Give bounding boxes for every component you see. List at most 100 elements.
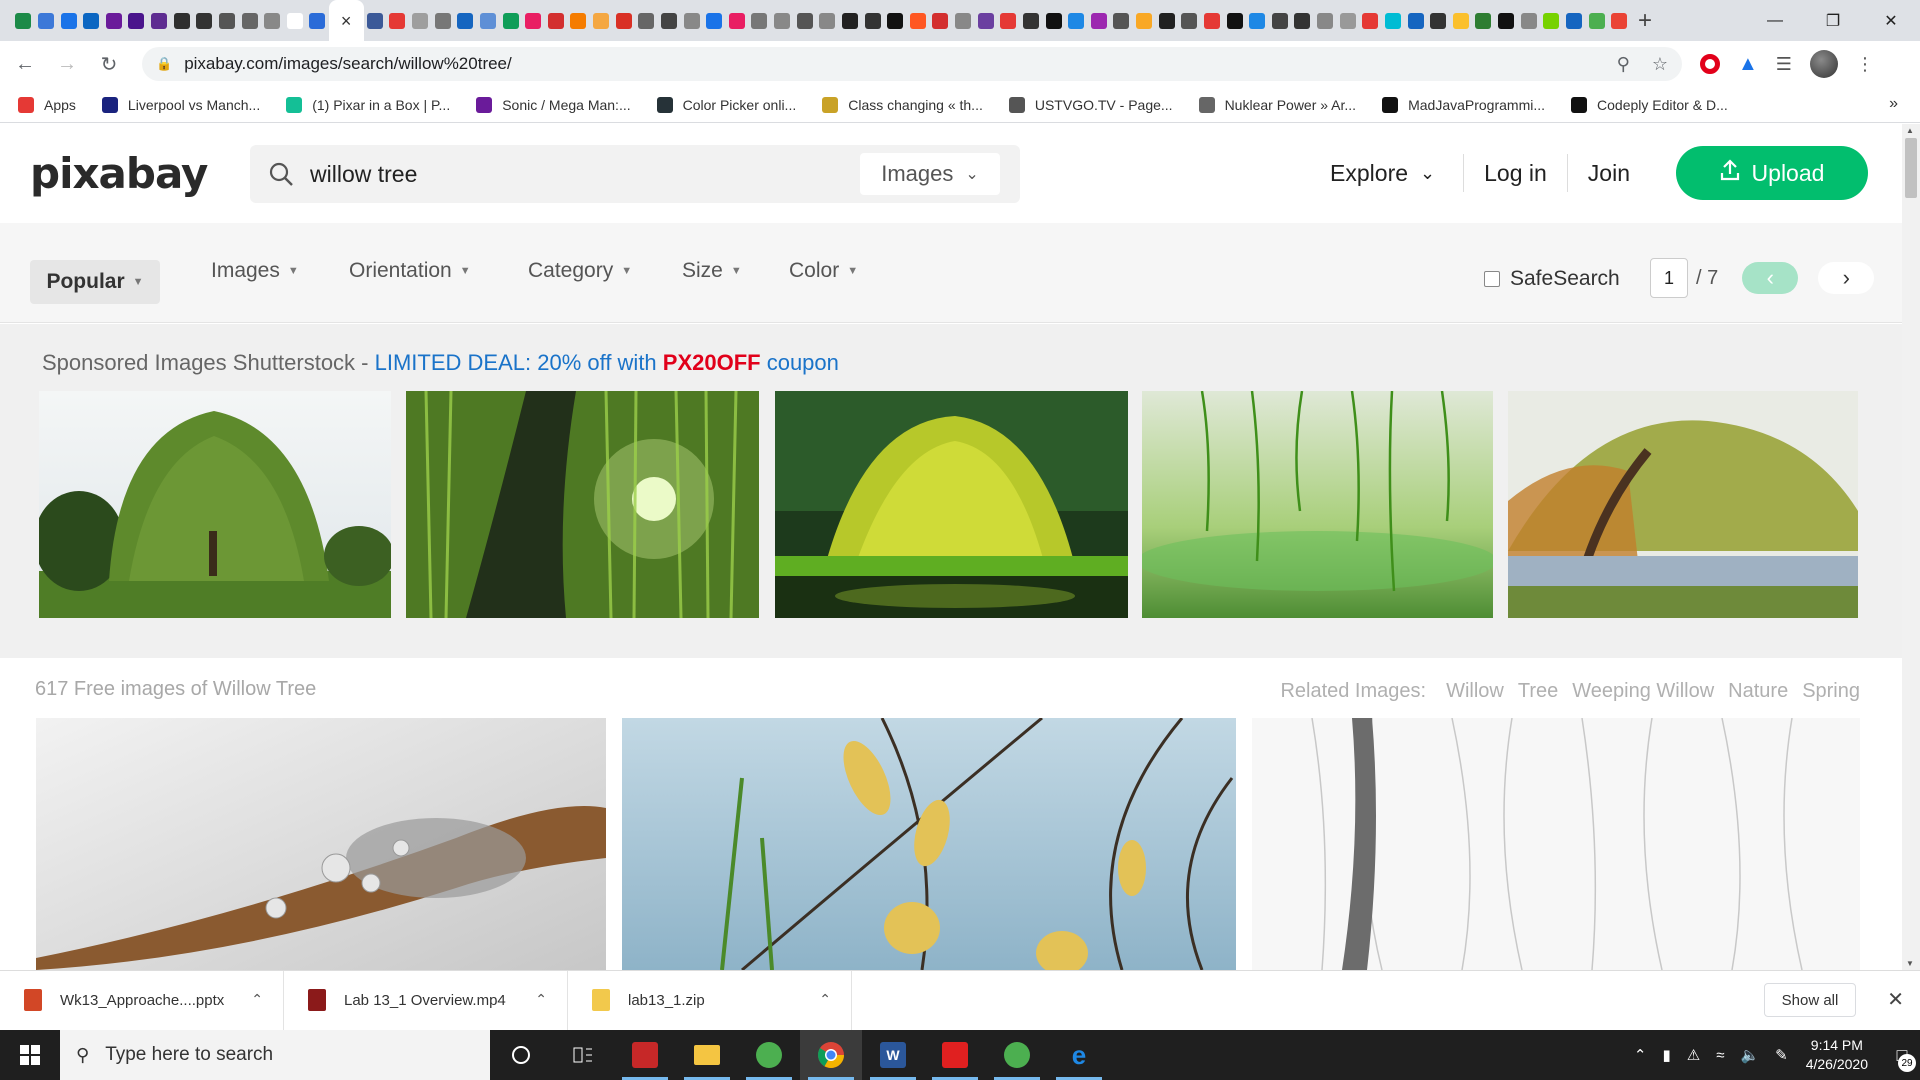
page-input[interactable]: 1	[1650, 258, 1688, 298]
next-page-button[interactable]: ›	[1818, 262, 1875, 294]
tab-favicon[interactable]	[703, 0, 726, 41]
minimize-button[interactable]: —	[1746, 0, 1804, 41]
tab-favicon[interactable]	[793, 0, 816, 41]
new-tab-button[interactable]: +	[1630, 0, 1660, 41]
drive-extension-icon[interactable]: ▲	[1738, 53, 1758, 76]
tab-favicon[interactable]	[1472, 0, 1495, 41]
download-item[interactable]: Lab 13_1 Overview.mp4 ⌃	[284, 970, 568, 1030]
search-icon[interactable]	[266, 159, 296, 189]
tab-favicon[interactable]	[567, 0, 590, 41]
tab-favicon[interactable]	[1495, 0, 1518, 41]
sponsored-image[interactable]	[1142, 391, 1493, 618]
filter-orientation[interactable]: Orientation ▼	[349, 259, 471, 283]
reload-icon[interactable]: ↻	[92, 47, 126, 81]
tab-favicon[interactable]	[1450, 0, 1473, 41]
tab-favicon[interactable]	[386, 0, 409, 41]
related-tag-link[interactable]: Weeping Willow	[1572, 680, 1714, 703]
bookmark-item[interactable]: Sonic / Mega Man:...	[476, 96, 631, 113]
tab-favicon[interactable]	[658, 0, 681, 41]
tab-favicon[interactable]	[1065, 0, 1088, 41]
sponsored-image[interactable]	[1508, 391, 1858, 618]
forward-icon[interactable]: →	[50, 47, 84, 81]
maximize-button[interactable]: ❐	[1804, 0, 1862, 41]
tab-favicon[interactable]	[1020, 0, 1043, 41]
tab-favicon[interactable]	[431, 0, 454, 41]
filter-category[interactable]: Category ▼	[528, 259, 632, 283]
tab-favicon[interactable]	[1336, 0, 1359, 41]
close-window-button[interactable]: ✕	[1862, 0, 1920, 41]
close-tab-icon[interactable]: ×	[338, 12, 354, 30]
login-link[interactable]: Log in	[1484, 160, 1547, 187]
clock[interactable]: 9:14 PM 4/26/2020	[1806, 1036, 1868, 1074]
tab-favicon[interactable]	[545, 0, 568, 41]
explore-menu[interactable]: Explore	[1330, 160, 1408, 187]
network-warning-icon[interactable]: ⚠	[1687, 1046, 1700, 1064]
acrobat-icon[interactable]	[924, 1030, 986, 1080]
atom-icon[interactable]	[738, 1030, 800, 1080]
zoom-icon[interactable]: ⚲	[1617, 54, 1630, 75]
search-input[interactable]	[310, 160, 850, 188]
result-image[interactable]	[622, 718, 1236, 970]
bookmark-item[interactable]: Codeply Editor & D...	[1571, 96, 1728, 113]
taskbar-search-box[interactable]: ⚲ Type here to search	[60, 1030, 490, 1080]
tab-favicon[interactable]	[680, 0, 703, 41]
tab-favicon[interactable]	[170, 0, 193, 41]
battery-icon[interactable]: ▮	[1662, 1046, 1670, 1064]
media-control-icon[interactable]: ☰	[1776, 54, 1792, 75]
join-link[interactable]: Join	[1588, 160, 1630, 187]
chrome-menu-icon[interactable]: ⋮	[1856, 54, 1874, 75]
tab-favicon[interactable]	[12, 0, 35, 41]
bookmark-item[interactable]: Apps	[18, 96, 76, 113]
game-app-icon[interactable]	[614, 1030, 676, 1080]
deal-suffix[interactable]: coupon	[761, 350, 839, 375]
prev-page-button[interactable]: ‹	[1742, 262, 1799, 294]
tab-favicon[interactable]	[1110, 0, 1133, 41]
tab-favicon[interactable]	[1155, 0, 1178, 41]
search-type-dropdown[interactable]: Images ⌄	[860, 153, 1000, 195]
tab-favicon[interactable]	[974, 0, 997, 41]
deal-text[interactable]: LIMITED DEAL: 20% off with	[375, 350, 663, 375]
tab-favicon[interactable]	[1133, 0, 1156, 41]
wifi-icon[interactable]: ≈	[1716, 1047, 1724, 1064]
bookmark-item[interactable]: MadJavaProgrammi...	[1382, 96, 1545, 113]
download-item[interactable]: Wk13_Approache....pptx ⌃	[0, 970, 284, 1030]
bookmark-item[interactable]: USTVGO.TV - Page...	[1008, 96, 1173, 113]
tab-favicon[interactable]	[1585, 0, 1608, 41]
tab-favicon[interactable]	[306, 0, 329, 41]
tab-favicon[interactable]	[125, 0, 148, 41]
related-tag-link[interactable]: Willow	[1446, 680, 1504, 703]
scroll-down-icon[interactable]: ▼	[1906, 959, 1914, 968]
tab-favicon[interactable]	[522, 0, 545, 41]
chrome-icon[interactable]	[800, 1030, 862, 1080]
back-icon[interactable]: ←	[8, 47, 42, 81]
tab-favicon[interactable]	[1291, 0, 1314, 41]
tab-favicon[interactable]	[816, 0, 839, 41]
pixabay-logo[interactable]: pixabay	[30, 149, 208, 198]
tab-favicon[interactable]	[929, 0, 952, 41]
tab-favicon[interactable]	[748, 0, 771, 41]
tab-favicon[interactable]	[907, 0, 930, 41]
address-bar[interactable]: 🔒 pixabay.com/images/search/willow%20tre…	[142, 47, 1682, 81]
task-view-icon[interactable]	[552, 1030, 614, 1080]
tab-favicon[interactable]	[771, 0, 794, 41]
filter-size[interactable]: Size ▼	[682, 259, 742, 283]
coupon-code[interactable]: PX20OFF	[663, 350, 761, 375]
bookmark-item[interactable]: Color Picker onli...	[656, 96, 796, 113]
tab-favicon[interactable]	[861, 0, 884, 41]
start-button[interactable]	[0, 1030, 60, 1080]
result-image[interactable]	[1252, 718, 1860, 970]
word-icon[interactable]: W	[862, 1030, 924, 1080]
tray-chevron-up-icon[interactable]: ⌃	[1634, 1046, 1647, 1064]
tab-favicon[interactable]	[284, 0, 307, 41]
scroll-up-icon[interactable]: ▲	[1906, 126, 1914, 135]
profile-avatar[interactable]	[1809, 50, 1838, 78]
tab-favicon[interactable]	[1427, 0, 1450, 41]
show-all-downloads-button[interactable]: Show all	[1764, 983, 1856, 1017]
url-text[interactable]: pixabay.com/images/search/willow%20tree/	[184, 54, 512, 74]
tab-favicon[interactable]	[884, 0, 907, 41]
chevron-up-icon[interactable]: ⌃	[535, 991, 547, 1008]
tab-favicon[interactable]	[1201, 0, 1224, 41]
tab-favicon[interactable]	[57, 0, 80, 41]
tab-favicon[interactable]	[261, 0, 284, 41]
active-tab[interactable]: ×	[328, 0, 364, 41]
